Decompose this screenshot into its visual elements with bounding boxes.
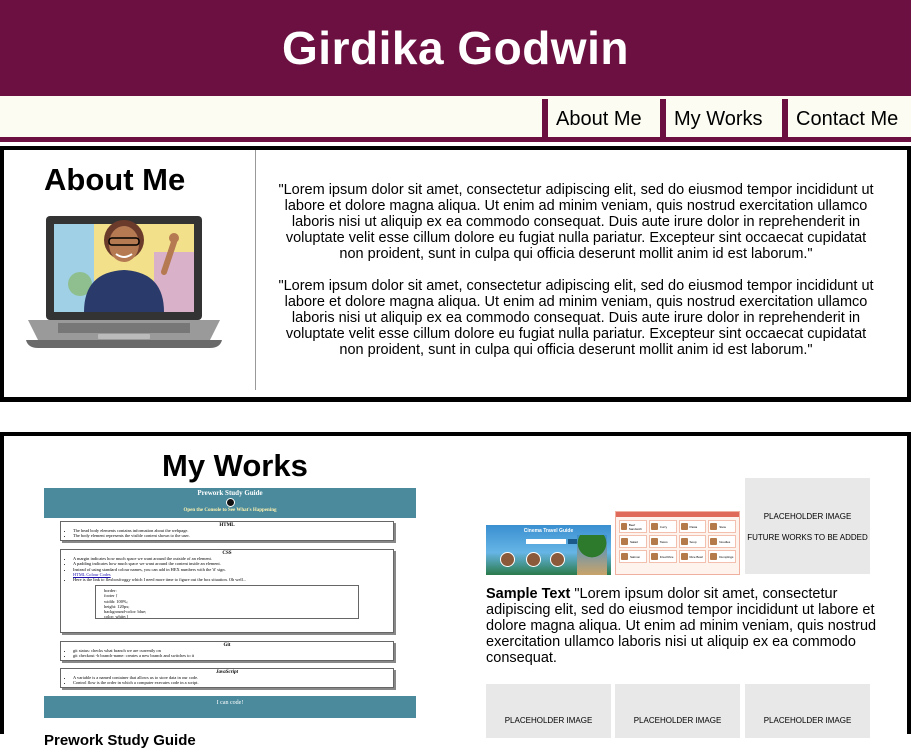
palm-tree-icon xyxy=(577,535,607,575)
github-icon xyxy=(225,498,235,507)
sample-text-label: Sample Text xyxy=(486,586,571,602)
travel-photo-circle xyxy=(526,552,541,567)
recipe-card-label: Curry xyxy=(659,524,668,529)
laptop-avatar-icon xyxy=(26,216,222,348)
about-text: "Lorem ipsum dolor sit amet, consectetur… xyxy=(274,182,878,374)
study-guide-subtitle: Open the Console to See What's Happening xyxy=(183,508,277,513)
sample-text: Sample Text "Lorem ipsum dolor sit amet,… xyxy=(486,586,901,666)
study-js-item: Control flow is the order in which a com… xyxy=(73,680,389,685)
travel-guide-thumbnail[interactable]: Cinema Travel Guide xyxy=(486,525,611,575)
study-code-block: border: footer { width: 100%; height: 12… xyxy=(95,585,359,619)
recipe-card: Pasta xyxy=(678,520,707,533)
recipe-card: Salmon xyxy=(619,550,647,563)
recipe-card-label: Dumplings xyxy=(719,554,734,559)
site-header: Girdika Godwin xyxy=(0,0,911,96)
recipe-card: Dumplings xyxy=(708,550,736,563)
recipe-card: Beef Sandwich xyxy=(619,520,647,533)
food-image-icon xyxy=(650,523,658,530)
food-image-icon xyxy=(650,553,658,560)
nav-link-about[interactable]: About Me xyxy=(542,99,660,139)
study-guide-screenshot[interactable]: Prework Study Guide Open the Console to … xyxy=(44,488,416,718)
study-guide-html-box: HTML The head body elements contains inf… xyxy=(60,521,394,541)
travel-thumb-title: Cinema Travel Guide xyxy=(523,528,574,534)
recipe-card-label: Noodles xyxy=(719,539,731,544)
recipe-grid: Beef Sandwich Curry Pasta Stew Salad Tac… xyxy=(616,517,739,566)
food-image-icon xyxy=(710,538,718,545)
placeholder-label: PLACEHOLDER IMAGE xyxy=(633,716,722,725)
study-css-item: Here is the link to flexboxfroggy which … xyxy=(73,577,389,582)
recipe-card-label: Rice Bowl xyxy=(689,554,703,559)
recipe-card-label: Beef Sandwich xyxy=(628,522,642,531)
food-image-icon xyxy=(680,523,688,530)
recipe-card: Rice Bowl xyxy=(678,550,707,563)
placeholder-image[interactable]: PLACEHOLDER IMAGE xyxy=(615,684,740,738)
study-guide-caption: Prework Study Guide xyxy=(44,732,196,749)
placeholder-image-future[interactable]: PLACEHOLDER IMAGE FUTURE WORKS TO BE ADD… xyxy=(745,478,870,574)
recipe-card: Tacos xyxy=(648,535,677,548)
section-gap xyxy=(0,402,911,432)
recipe-card-label: Tacos xyxy=(659,539,668,544)
study-guide-header: Prework Study Guide Open the Console to … xyxy=(44,488,416,518)
about-paragraph-1: "Lorem ipsum dolor sit amet, consectetur… xyxy=(278,182,874,262)
placeholder-image[interactable]: PLACEHOLDER IMAGE xyxy=(486,684,611,738)
nav-bar: About Me My Works Contact Me xyxy=(0,96,911,142)
placeholder-label: PLACEHOLDER IMAGE xyxy=(763,512,852,521)
recipe-site-thumbnail[interactable]: Beef Sandwich Curry Pasta Stew Salad Tac… xyxy=(615,511,740,575)
placeholder-note: FUTURE WORKS TO BE ADDED xyxy=(747,533,868,542)
study-code-line: color: white;} xyxy=(104,614,129,620)
nav-link-works[interactable]: My Works xyxy=(660,99,782,139)
travel-photo-circle xyxy=(550,552,565,567)
food-image-icon xyxy=(621,538,628,545)
recipe-card: Noodles xyxy=(708,535,736,548)
study-guide-js-box: JavaScript A variable is a named contain… xyxy=(60,668,394,688)
food-image-icon xyxy=(650,538,658,545)
about-divider xyxy=(255,150,256,390)
recipe-card-label: Fried Rice xyxy=(659,554,674,559)
food-image-icon xyxy=(710,523,718,530)
placeholder-label: PLACEHOLDER IMAGE xyxy=(763,716,852,725)
recipe-card-label: Salad xyxy=(630,539,638,544)
recipe-card-label: Stew xyxy=(719,524,726,529)
study-git-item: git checkout -b branch-name: creates a n… xyxy=(73,653,389,658)
works-section: My Works Prework Study Guide Open the Co… xyxy=(0,432,911,749)
study-guide-css-box: CSS A margin indicates how much space we… xyxy=(60,549,394,633)
recipe-card: Salad xyxy=(619,535,647,548)
recipe-card-label: Soup xyxy=(689,539,697,544)
food-image-icon xyxy=(710,553,718,560)
food-image-icon xyxy=(680,553,688,560)
food-image-icon xyxy=(621,523,627,530)
recipe-card: Fried Rice xyxy=(648,550,677,563)
about-paragraph-2: "Lorem ipsum dolor sit amet, consectetur… xyxy=(278,278,874,358)
travel-photo-circle xyxy=(500,552,515,567)
nav-link-contact[interactable]: Contact Me xyxy=(782,99,911,139)
travel-search-bar xyxy=(526,539,566,544)
recipe-card: Stew xyxy=(708,520,736,533)
works-heading: My Works xyxy=(162,448,308,483)
recipe-card: Soup xyxy=(678,535,707,548)
placeholder-image[interactable]: PLACEHOLDER IMAGE xyxy=(745,684,870,738)
recipe-card: Curry xyxy=(648,520,677,533)
recipe-card-label: Pasta xyxy=(689,524,698,529)
food-image-icon xyxy=(621,553,628,560)
study-guide-git-box: Git git status: checks what branch we ar… xyxy=(60,641,394,661)
food-image-icon xyxy=(680,538,688,545)
about-section: About Me "Lorem ipsum dolor sit amet, co… xyxy=(0,146,911,402)
site-title: Girdika Godwin xyxy=(282,22,629,74)
study-guide-footer: I can code! xyxy=(44,696,416,718)
study-guide-title: Prework Study Guide xyxy=(197,489,263,497)
study-html-item: The body element represents the visible … xyxy=(73,533,389,538)
recipe-card-label: Salmon xyxy=(630,554,641,559)
avatar xyxy=(24,192,224,364)
placeholder-label: PLACEHOLDER IMAGE xyxy=(504,716,593,725)
